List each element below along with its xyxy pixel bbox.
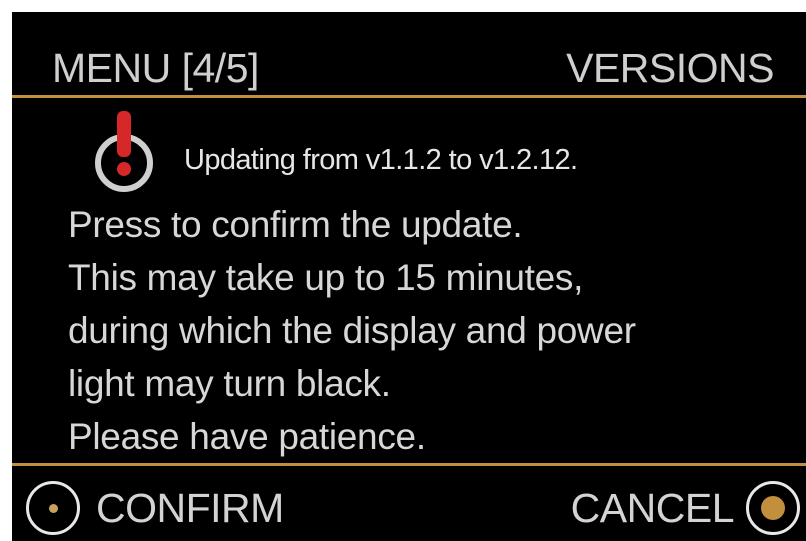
message-line: Please have patience. [68, 416, 426, 457]
update-status-text: Updating from v1.1.2 to v1.2.12. [184, 144, 578, 176]
power-alert-icon [95, 111, 153, 192]
message-line: Press to confirm the update. [68, 204, 523, 245]
cancel-label: CANCEL [570, 485, 735, 531]
update-screen: MENU [4/5] VERSIONS Updating from v1.1.2… [12, 12, 806, 541]
cancel-button[interactable]: CANCEL [571, 478, 800, 538]
footer-bar: CONFIRM CANCEL [12, 466, 806, 541]
message-line: during which the display and power [68, 310, 636, 351]
header-bar: MENU [4/5] VERSIONS [12, 12, 806, 96]
header-divider [12, 95, 806, 98]
cancel-knob-icon [746, 481, 800, 535]
confirm-knob-icon [26, 481, 80, 535]
section-title: VERSIONS [566, 45, 774, 91]
cancel-dot [761, 496, 785, 520]
confirm-label: CONFIRM [96, 485, 284, 531]
confirm-button[interactable]: CONFIRM [26, 478, 284, 538]
confirm-dot [48, 503, 58, 513]
update-message: Press to confirm the update. This may ta… [68, 198, 798, 463]
message-line: This may take up to 15 minutes, [68, 257, 584, 298]
message-line: light may turn black. [68, 363, 391, 404]
menu-indicator: MENU [4/5] [52, 45, 259, 91]
